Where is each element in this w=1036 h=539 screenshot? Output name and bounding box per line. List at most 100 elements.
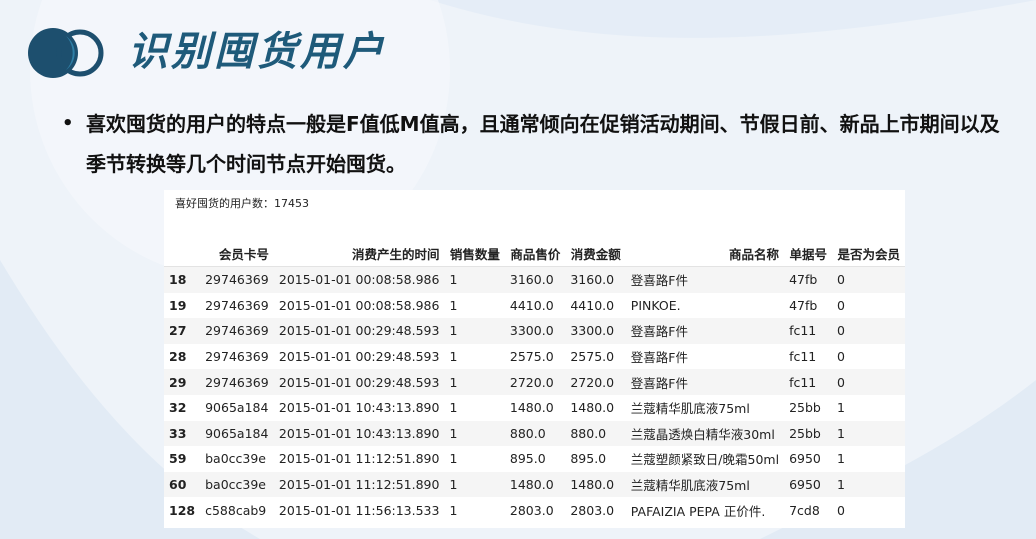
table-cell-name: 兰蔻精华肌底液75ml [625, 471, 785, 498]
table-cell-doc: fc11 [789, 349, 817, 365]
table-cell-time: 2015-01-01 00:29:48.593 [273, 369, 445, 395]
data-table: 会员卡号 消费产生的时间 销售数量 商品售价 消费金额 商品名称 单据号 是否为… [164, 240, 905, 523]
table-cell-idx: 60 [164, 471, 201, 498]
table-cell-time: 2015-01-01 00:08:58.986 [278, 297, 440, 313]
table-cell-amount: 2720.0 [565, 369, 626, 395]
column-header: 商品售价 [504, 240, 566, 267]
table-cell-price: 2575.0 [509, 349, 554, 365]
table-cell-price: 1480.0 [504, 471, 566, 498]
table-cell-amount: 3160.0 [565, 266, 626, 293]
table-cell-price: 880.0 [504, 420, 566, 447]
column-header [164, 240, 201, 267]
table-cell-time: 2015-01-01 11:56:13.533 [278, 502, 440, 518]
table-cell-idx: 33 [164, 420, 201, 447]
table-cell-qty: 1 [449, 297, 458, 313]
table-cell-card: 9065a184 [200, 420, 274, 447]
column-header: 消费产生的时间 [273, 240, 445, 267]
table-cell-card: 29746369 [205, 297, 269, 313]
table-cell-qty: 1 [444, 471, 505, 498]
table-cell-member: 0 [837, 502, 845, 518]
table-cell-qty: 1 [444, 420, 505, 447]
column-header: 消费金额 [565, 240, 626, 267]
table-cell-idx: 59 [169, 451, 187, 467]
table-row: 28 29746369 2015-01-01 00:29:48.593 1 2575.0… [164, 344, 905, 370]
table-cell-card: ba0cc39e [205, 451, 266, 467]
table-cell-doc: 25bb [784, 420, 833, 447]
table-cell-card: c588cab9 [205, 502, 267, 518]
table-cell-member: 0 [832, 369, 905, 395]
table-header-row: 会员卡号 消费产生的时间 销售数量 商品售价 消费金额 商品名称 单据号 是否为… [164, 240, 905, 267]
table-cell-name: 兰蔻晶透焕白精华液30ml [625, 420, 785, 447]
table-cell-name: 登喜路F件 [625, 318, 785, 344]
logo-icon [28, 28, 104, 78]
table-cell-card: ba0cc39e [200, 471, 274, 498]
table-row: 33 9065a184 2015-01-01 10:43:13.890 1 880.0 8… [164, 420, 905, 447]
table-cell-amount: 1480.0 [565, 471, 626, 498]
table-cell-price: 1480.0 [509, 400, 554, 416]
table-cell-name: 登喜路F件 [625, 266, 785, 293]
bullet-text: 喜欢囤货的用户的特点一般是F值低M值高，且通常倾向在促销活动期间、节假日前、新品… [86, 112, 1000, 176]
table-cell-idx: 128 [169, 502, 196, 518]
table-cell-price: 3300.0 [504, 318, 566, 344]
table-cell-name: 兰蔻塑颜紧致日/晚霜50ml [630, 452, 780, 468]
table-cell-member: 0 [832, 266, 905, 293]
table-cell-doc: 47fb [789, 297, 818, 313]
table-cell-price: 895.0 [509, 451, 546, 467]
table-cell-time: 2015-01-01 00:29:48.593 [278, 349, 440, 365]
table-cell-doc: 6950 [789, 451, 821, 467]
table-cell-amount: 3300.0 [565, 318, 626, 344]
table-cell-amount: 4410.0 [570, 297, 615, 313]
column-header: 是否为会员 [832, 240, 905, 267]
table-cell-idx: 19 [169, 297, 187, 313]
table-row: 32 9065a184 2015-01-01 10:43:13.890 1 1480.0… [164, 395, 905, 421]
table-row: 59 ba0cc39e 2015-01-01 11:12:51.890 1 895.0 8… [164, 446, 905, 472]
table-cell-time: 2015-01-01 00:29:48.593 [273, 318, 445, 344]
table-row: 18 29746369 2015-01-01 00:08:58.986 1 3160.0… [164, 266, 905, 293]
table-cell-name: PAFAIZIA PEPA 正价件. [630, 503, 766, 519]
table-cell-name: PINKOE. [630, 297, 681, 313]
table-cell-doc: 6950 [784, 471, 833, 498]
table-cell-price: 3160.0 [504, 266, 566, 293]
table-cell-doc: 7cd8 [789, 502, 820, 518]
table-cell-qty: 1 [444, 318, 505, 344]
table-cell-doc: 25bb [789, 400, 821, 416]
table-cell-qty: 1 [449, 502, 458, 518]
table-cell-idx: 27 [164, 318, 201, 344]
table-row: 27 29746369 2015-01-01 00:29:48.593 1 3300.0… [164, 318, 905, 344]
table-cell-time: 2015-01-01 00:08:58.986 [273, 266, 445, 293]
table-cell-doc: fc11 [784, 318, 833, 344]
table-cell-card: 29746369 [200, 266, 274, 293]
table-cell-time: 2015-01-01 11:12:51.890 [273, 471, 445, 498]
page-title: 识别囤货用户 [128, 29, 386, 75]
table-cell-idx: 18 [164, 266, 201, 293]
table-cell-amount: 2575.0 [570, 349, 615, 365]
table-row: 60 ba0cc39e 2015-01-01 11:12:51.890 1 1480.0… [164, 471, 905, 498]
table-cell-time: 2015-01-01 10:43:13.890 [278, 400, 440, 416]
table-cell-member: 0 [832, 318, 905, 344]
table-cell-name: 兰蔻精华肌底液75ml [630, 401, 750, 417]
table-cell-qty: 1 [449, 451, 458, 467]
table-cell-name: 登喜路F件 [630, 350, 688, 366]
column-header: 单据号 [784, 240, 833, 267]
column-header: 会员卡号 [200, 240, 274, 267]
table-cell-idx: 32 [169, 400, 187, 416]
table-cell-card: 29746369 [205, 349, 269, 365]
table-cell-member: 0 [837, 297, 845, 313]
table-cell-qty: 1 [444, 369, 505, 395]
table-cell-member: 1 [837, 451, 845, 467]
table-cell-card: 29746369 [200, 318, 274, 344]
table-row: 128 c588cab9 2015-01-01 11:56:13.533 1 2803.… [164, 497, 905, 523]
table-cell-doc: fc11 [784, 369, 833, 395]
table-cell-price: 2803.0 [509, 502, 554, 518]
table-cell-idx: 28 [169, 349, 187, 365]
table-cell-doc: 47fb [784, 266, 833, 293]
table-cell-amount: 1480.0 [570, 400, 615, 416]
table-cell-qty: 1 [449, 349, 458, 365]
table-cell-amount: 895.0 [570, 451, 607, 467]
table-cell-member: 0 [837, 349, 845, 365]
table-cell-qty: 1 [449, 400, 458, 416]
output-panel: 喜好囤货的用户数：17453 会员卡号 消费产生的时间 销售数量 商品售价 消费… [164, 190, 905, 528]
hoarding-user-count: 喜好囤货的用户数：17453 [175, 197, 309, 210]
table-cell-card: 9065a184 [205, 400, 269, 416]
table-row: 29 29746369 2015-01-01 00:29:48.593 1 2720.0… [164, 369, 905, 395]
